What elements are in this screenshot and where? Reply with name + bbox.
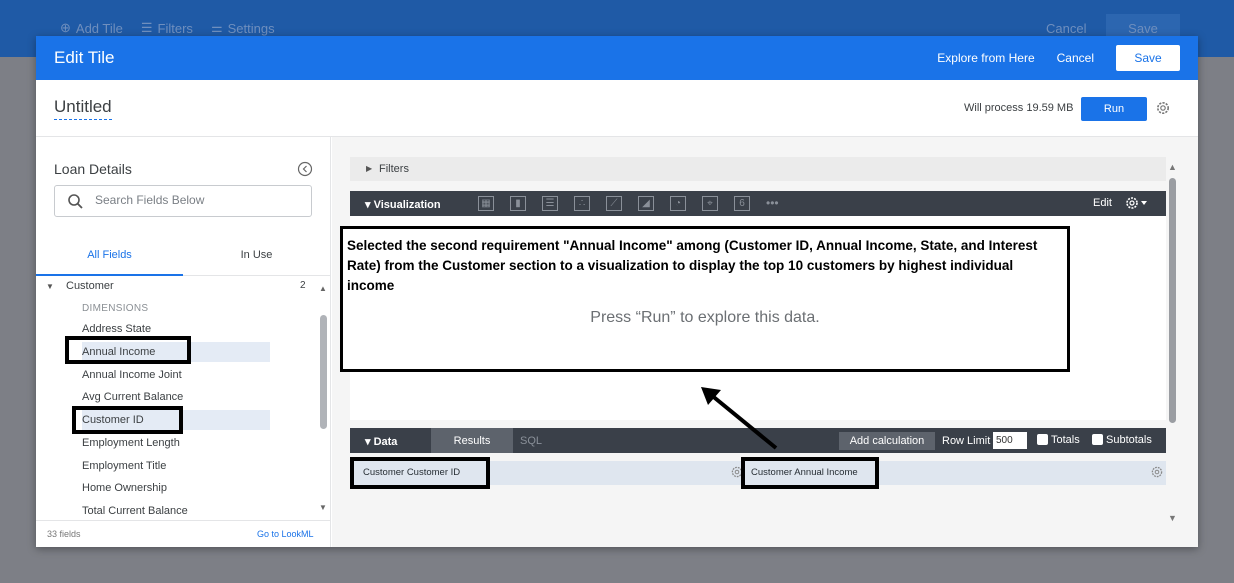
line-icon[interactable]: ⟋ (606, 196, 622, 211)
pie-icon[interactable]: ◔ (670, 196, 686, 211)
column-icon[interactable]: ☰ (542, 196, 558, 211)
totals-checkbox[interactable] (1037, 434, 1048, 445)
tab-results[interactable]: Results (431, 428, 513, 453)
field-employment-length[interactable]: Employment Length (82, 433, 180, 453)
field-total-current-balance[interactable]: Total Current Balance (82, 501, 188, 521)
tile-title-input[interactable]: Untitled (54, 97, 112, 120)
scatter-icon[interactable]: ∴ (574, 196, 590, 211)
single-value-icon[interactable]: 6 (734, 196, 750, 211)
totals-label: Totals (1051, 434, 1080, 446)
scroll-down-icon[interactable]: ▼ (319, 503, 327, 512)
caret-down-icon: ▼ (46, 282, 54, 291)
data-label-text: Data (373, 436, 398, 448)
map-icon[interactable]: ⌖ (702, 196, 718, 211)
caret-right-icon: ▶ (366, 164, 373, 173)
bg-add-tile-label: Add Tile (75, 20, 123, 36)
right-scroll-down-icon[interactable]: ▼ (1168, 513, 1177, 523)
press-run-message: Press “Run” to explore this data. (590, 309, 820, 326)
bg-filters: ☰ Filters (140, 20, 193, 36)
field-avg-current-balance[interactable]: Avg Current Balance (82, 387, 183, 407)
search-input[interactable] (95, 193, 295, 207)
dimensions-label: DIMENSIONS (82, 303, 149, 314)
right-scrollbar[interactable] (1169, 178, 1176, 423)
field-home-ownership[interactable]: Home Ownership (82, 478, 167, 498)
search-icon (68, 194, 83, 209)
modal-header: Edit Tile Explore from Here Cancel Save (36, 36, 1198, 80)
left-footer: 33 fields Go to LookML (36, 520, 331, 547)
section-customer[interactable]: ▼ Customer 2 (36, 277, 316, 295)
fields-count: 33 fields (47, 529, 81, 539)
go-to-lookml-link[interactable]: Go to LookML (257, 529, 314, 539)
field-annual-income-joint[interactable]: Annual Income Joint (82, 365, 182, 385)
section-count: 2 (300, 280, 306, 291)
bar-chart-icon[interactable]: ▮ (510, 196, 526, 211)
header-actions: Explore from Here Cancel Save (937, 45, 1180, 71)
bg-cancel: Cancel (1046, 21, 1087, 36)
more-icon[interactable]: ••• (766, 196, 779, 211)
visualization-bar[interactable]: ▾ Visualization ▦ ▮ ☰ ∴ ⟋ ◢ ◔ ⌖ 6 ••• Ed… (350, 191, 1166, 216)
row-limit-input[interactable]: 500 (993, 432, 1027, 449)
run-button[interactable]: Run (1081, 97, 1147, 121)
filters-label: Filters (379, 163, 409, 175)
explore-from-here-link[interactable]: Explore from Here (937, 51, 1034, 65)
scroll-up-icon[interactable]: ▲ (319, 284, 327, 293)
bg-settings-label: Settings (227, 20, 275, 36)
field-employment-title[interactable]: Employment Title (82, 456, 166, 476)
bg-settings: ⚌ Settings (210, 20, 275, 36)
annotation-box-annual-income (65, 336, 191, 364)
section-name: Customer (66, 280, 114, 292)
right-scroll-up-icon[interactable]: ▲ (1168, 162, 1177, 172)
modal-title: Edit Tile (54, 48, 115, 67)
viz-edit-button[interactable]: Edit (1093, 197, 1112, 209)
data-section-toggle[interactable]: ▾ Data (365, 435, 397, 448)
search-box (54, 185, 312, 217)
background-toolbar: ⊕ Add Tile ☰ Filters ⚌ Settings (60, 20, 275, 36)
bg-add-tile: ⊕ Add Tile (60, 20, 123, 36)
process-size-text: Will process 19.59 MB (964, 102, 1074, 114)
viz-settings-gear-icon[interactable] (1124, 195, 1150, 211)
visualization-label: ▾ Visualization (365, 199, 441, 211)
annotation-callout: Selected the second requirement "Annual … (340, 226, 1070, 372)
tab-sql[interactable]: SQL (520, 435, 542, 447)
collapse-panel-icon[interactable] (297, 161, 313, 177)
explore-name: Loan Details (54, 161, 132, 177)
tab-all-fields[interactable]: All Fields (36, 238, 183, 276)
subtotals-checkbox[interactable] (1092, 434, 1103, 445)
area-icon[interactable]: ◢ (638, 196, 654, 211)
subtotals-label: Subtotals (1106, 434, 1152, 446)
viz-type-icons: ▦ ▮ ☰ ∴ ⟋ ◢ ◔ ⌖ 6 ••• (478, 196, 779, 211)
annotation-box-col-customer-id (350, 457, 490, 489)
table-icon[interactable]: ▦ (478, 196, 494, 211)
add-calculation-button[interactable]: Add calculation (839, 432, 935, 450)
annotation-box-customer-id (72, 406, 183, 434)
save-button[interactable]: Save (1116, 45, 1180, 71)
visualization-label-text: Visualization (373, 199, 441, 211)
annotation-text: Selected the second requirement "Annual … (347, 238, 1038, 293)
filters-section[interactable]: ▶ Filters (350, 157, 1166, 181)
field-list-scrollbar[interactable] (320, 315, 327, 429)
annotation-box-col-annual-income (741, 457, 879, 489)
annotation-arrow (701, 387, 778, 450)
gear-icon[interactable] (1155, 100, 1171, 116)
cancel-button[interactable]: Cancel (1057, 51, 1094, 65)
tab-in-use[interactable]: In Use (183, 238, 330, 276)
bg-filters-label: Filters (157, 20, 193, 36)
row-limit-label: Row Limit (942, 435, 991, 447)
column-gear-icon[interactable] (1150, 465, 1164, 479)
